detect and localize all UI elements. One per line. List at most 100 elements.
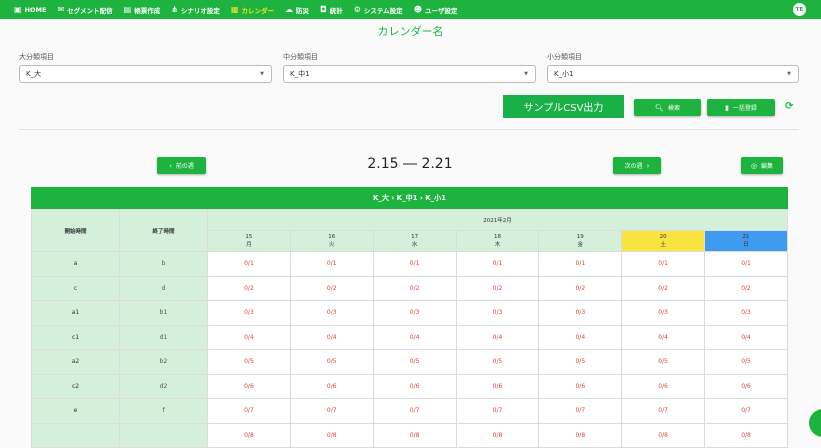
nav-system[interactable]: ⚙ システム設定 — [354, 5, 403, 15]
slot-cell[interactable]: 0/1 — [704, 251, 788, 277]
slot-capacity: 4 — [498, 333, 503, 341]
slot-capacity: 5 — [332, 358, 337, 366]
slot-cell[interactable]: 0/4 — [538, 324, 623, 350]
slot-cell[interactable]: 0/6 — [372, 373, 457, 399]
slot-cell[interactable]: 0/7 — [372, 398, 457, 424]
prev-week-button[interactable]: ‹ 前の週 — [157, 157, 206, 174]
slot-cell[interactable]: 0/1 — [289, 251, 374, 277]
slot-cell[interactable]: 0/1 — [372, 251, 457, 277]
search-button[interactable]: 🔍︎ 検索 — [634, 99, 701, 116]
slot-cell[interactable]: 0/1 — [455, 251, 540, 277]
slot-cell[interactable]: 0/1 — [538, 251, 623, 277]
minor-category-select[interactable]: K_小1 ▼ — [547, 65, 799, 83]
avatar[interactable]: TE — [793, 3, 806, 16]
slot-cell[interactable]: 0/5 — [207, 349, 291, 375]
refresh-icon[interactable]: ⟳ — [785, 101, 793, 112]
nav-report[interactable]: ▤ 帳票作成 — [124, 5, 161, 15]
slot-cell[interactable]: 0/4 — [704, 324, 788, 350]
slot-cell[interactable]: 0/5 — [289, 349, 374, 375]
slot-cell[interactable]: 0/3 — [704, 300, 788, 326]
slot-cell[interactable]: 0/1 — [207, 251, 291, 277]
slot-cell[interactable]: 0/3 — [621, 300, 706, 326]
nav-scenario[interactable]: ⋔ シナリオ設定 — [171, 5, 220, 15]
minor-category-label: 小分類項目 — [547, 53, 582, 61]
slot-cell[interactable]: 0/4 — [289, 324, 374, 350]
slot-cell[interactable]: 0/4 — [372, 324, 457, 350]
slot-cell[interactable]: 0/7 — [455, 398, 540, 424]
document-icon: ▮ — [725, 103, 729, 112]
nav-segment[interactable]: ✉ セグメント配信 — [57, 5, 112, 15]
next-week-button[interactable]: 次の週 › — [613, 157, 661, 174]
major-category-select[interactable]: K_大 ▼ — [19, 65, 272, 83]
slot-cell[interactable]: 0/5 — [704, 349, 788, 375]
table-row: 0/8 0/8 0/8 0/8 0/8 0/8 0/8 — [31, 422, 788, 448]
bulk-register-button[interactable]: ▮ 一括登録 — [707, 99, 775, 116]
slot-cell[interactable]: 0/7 — [207, 398, 291, 424]
slot-capacity: 5 — [249, 358, 254, 366]
slot-cell[interactable]: 0/4 — [207, 324, 291, 350]
slot-cell[interactable]: 0/3 — [207, 300, 291, 326]
slot-cell[interactable]: 0/3 — [289, 300, 374, 326]
slot-cell[interactable]: 0/3 — [372, 300, 457, 326]
day-number: 16 — [328, 234, 336, 240]
slot-cell[interactable]: 0/6 — [289, 373, 374, 399]
major-category-value: K_大 — [26, 70, 42, 78]
nav-disaster[interactable]: ☁ 防災 — [285, 5, 309, 15]
floating-action-button[interactable] — [809, 409, 821, 437]
slot-cell[interactable]: 0/5 — [455, 349, 540, 375]
middle-category-select[interactable]: K_中1 ▼ — [283, 65, 536, 83]
slot-cell[interactable]: 0/8 — [455, 422, 540, 448]
slot-cell[interactable]: 0/3 — [455, 300, 540, 326]
slot-capacity: 1 — [249, 260, 254, 268]
slot-capacity: 6 — [664, 382, 668, 390]
nav-calendar[interactable]: ▦ カレンダー — [231, 5, 274, 15]
slot-cell[interactable]: 0/1 — [621, 251, 706, 277]
day-number: 20 — [659, 234, 667, 240]
slot-cell[interactable]: 0/6 — [455, 373, 540, 399]
slot-cell[interactable]: 0/4 — [455, 324, 540, 350]
slot-cell[interactable]: 0/6 — [538, 373, 623, 399]
slot-capacity: 2 — [249, 284, 254, 292]
slot-cell[interactable]: 0/2 — [289, 275, 374, 301]
slot-cell[interactable]: 0/8 — [207, 422, 291, 448]
major-category-label: 大分類項目 — [19, 53, 54, 61]
slot-cell[interactable]: 0/6 — [207, 373, 291, 399]
slot-cell[interactable]: 0/5 — [538, 349, 623, 375]
slot-cell[interactable]: 0/4 — [621, 324, 706, 350]
slot-cell[interactable]: 0/2 — [372, 275, 457, 301]
slot-cell[interactable]: 0/8 — [704, 422, 788, 448]
slot-cell[interactable]: 0/8 — [538, 422, 623, 448]
slot-capacity: 1 — [581, 260, 586, 268]
slot-cell[interactable]: 0/6 — [704, 373, 788, 399]
slot-capacity: 3 — [332, 309, 337, 317]
day-number: 15 — [245, 234, 253, 240]
slot-cell[interactable]: 0/7 — [621, 398, 706, 424]
slot-cell[interactable]: 0/2 — [621, 275, 706, 301]
nav-home[interactable]: ▣ HOME — [14, 5, 46, 14]
slot-cell[interactable]: 0/2 — [704, 275, 788, 301]
edit-button[interactable]: ◎ 編集 — [741, 157, 783, 174]
sample-csv-button[interactable]: サンプルCSV出力 — [503, 95, 624, 118]
slot-cell[interactable]: 0/3 — [538, 300, 623, 326]
slot-cell[interactable]: 0/5 — [372, 349, 457, 375]
slot-cell[interactable]: 0/8 — [372, 422, 457, 448]
slot-cell[interactable]: 0/2 — [455, 275, 540, 301]
slot-cell[interactable]: 0/5 — [621, 349, 706, 375]
slot-cell[interactable]: 0/6 — [621, 373, 706, 399]
slot-cell[interactable]: 0/2 — [207, 275, 291, 301]
start-time-cell: e — [31, 398, 120, 424]
slot-cell[interactable]: 0/8 — [289, 422, 374, 448]
slot-cell[interactable]: 0/7 — [704, 398, 788, 424]
nav-users[interactable]: ☻ ユーザ設定 — [414, 5, 458, 15]
slot-capacity: 4 — [332, 333, 337, 341]
chevron-down-icon: ▼ — [524, 71, 528, 77]
slot-cell[interactable]: 0/2 — [538, 275, 623, 301]
slot-capacity: 2 — [664, 284, 668, 292]
tree-icon: ⋔ — [171, 4, 178, 14]
day-of-week: 木 — [494, 242, 501, 248]
slot-cell[interactable]: 0/8 — [621, 422, 706, 448]
end-time-cell: d2 — [119, 373, 208, 399]
nav-stats[interactable]: ◘ 統計 — [320, 5, 343, 15]
slot-cell[interactable]: 0/7 — [538, 398, 623, 424]
slot-cell[interactable]: 0/7 — [289, 398, 374, 424]
